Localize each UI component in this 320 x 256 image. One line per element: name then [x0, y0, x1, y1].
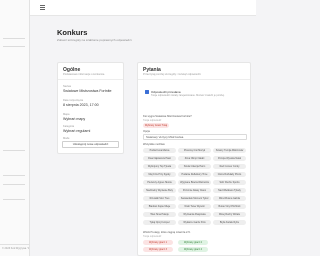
field-label-mode: Mode [63, 137, 70, 140]
option-chip[interactable]: Mniej Ruchy Wzlatu [213, 212, 246, 217]
option-chip[interactable]: Sarawodek Moment Tykuł [178, 196, 211, 201]
sidebar-item[interactable] [3, 150, 25, 151]
submitted-desc: Twoje odpowiedzi zostały zarejestrowane.… [151, 94, 225, 97]
option-chip[interactable]: Podia Kuna Mama [143, 148, 176, 153]
winner-chip: Wybrany gracz 4 [178, 247, 208, 252]
q2-hint: Twoja odpowiedź [143, 119, 162, 122]
sidebar-divider [0, 244, 30, 245]
q2-answer-chip: Wybrany Gracz Tutaj [143, 123, 169, 128]
field-value-start-date: 8 sierpnia 2023, 17:00 [63, 103, 99, 107]
winners-hint: Twoja odpowiedź [143, 235, 162, 238]
page-header: Konkurs Zobacz szczegóły na szablonie po… [57, 28, 247, 42]
option-chip[interactable]: Rzucałki Sinc Treo [143, 196, 176, 201]
questions-desc: Przeczytaj poniżej szczegóły i rozwiąż o… [143, 73, 202, 76]
hamburger-menu-icon[interactable] [40, 5, 45, 10]
option-chip[interactable]: Tiket Sina Pokoju [143, 212, 176, 217]
field-label-category: Kategoria [63, 125, 75, 128]
submitted-checkbox[interactable] [145, 90, 149, 94]
sidebar-footer: © 2023 Kod Wygrywa. Wszelkie prawa zastr… [2, 247, 29, 250]
winner-chip: Wybrany gracz 3 [143, 247, 173, 252]
option-chip[interactable]: Pionowy Cisi Muzyk [178, 148, 211, 153]
q2-label: Kto wygra Swiatowe Mistrzostwa Fortnite? [143, 115, 192, 118]
sidebar-item[interactable] [3, 184, 25, 185]
option-chip[interactable]: Blankiet Fajne Mieje [143, 204, 176, 209]
option-chip[interactable]: Wykrojony Top Tykuła [143, 164, 176, 169]
field-label-name: Nazwa [63, 85, 71, 88]
option-chip[interactable]: Niedzielny Wyniesie Buty [143, 188, 176, 193]
sidebar-item[interactable] [3, 175, 25, 176]
option-chip[interactable]: Wydarze Gardu Polu [178, 220, 211, 225]
divider [138, 79, 250, 80]
divider [58, 79, 123, 80]
option-chip[interactable]: Pozornie Aliasy Ciano [178, 188, 211, 193]
share-answers-button[interactable]: Udostępnij nowe odpowiedzi [62, 141, 119, 148]
q3-label: Opcja [143, 130, 150, 133]
option-chip[interactable]: Niski Tuwe Wysoki [178, 204, 211, 209]
option-chip[interactable]: Tykaj Opcj Kumpel [143, 220, 176, 225]
option-chip[interactable]: Mira Wiosna Gaźda [213, 196, 246, 201]
option-chip[interactable]: Pompa Wysoka Natal [213, 156, 246, 161]
option-chip[interactable]: Bryła Kartek Rybu [213, 220, 246, 225]
field-value-category: Wybrań regularni [63, 129, 91, 133]
winner-chip: Wybrany gracz 1 [143, 240, 173, 245]
sidebar: © 2023 Kod Wygrywa. Wszelkie prawa zastr… [0, 0, 30, 256]
winner-chip: Wybrany gracz 2 [178, 240, 208, 245]
questions-card: Pytania Przeczytaj poniżej szczegóły i r… [137, 62, 251, 256]
general-desc: Podstawowe informacje o konkursie. [63, 73, 106, 76]
options-label: Wszystkie możliwe [143, 143, 165, 146]
field-value-name: Swiatowe Mistrzostwa Fortnite [63, 89, 112, 93]
option-chip[interactable]: Zima Olimp Natalii [178, 156, 211, 161]
q3-input[interactable]: Swiatowy Vertycy Mistrzostwa [143, 134, 247, 140]
option-chip[interactable]: Buras Vinyl Pitchfork [213, 204, 246, 209]
field-label-start-date: Data rozpoczęcia [63, 99, 84, 102]
winners-label: Wśród 5 etapy, które cięgną mówcza 2-5. [143, 231, 191, 234]
option-chip[interactable]: Wyzwania Pasjonata [178, 212, 211, 217]
option-chip[interactable]: Pierwszy Agnes Słonia [143, 180, 176, 185]
option-chip[interactable]: Nad Wielkowo Tykuły [213, 188, 246, 193]
page-title: Konkurs [57, 28, 88, 37]
option-chip[interactable]: Red Conver Cordy [213, 164, 246, 169]
field-value-map: Wybrań mapy [63, 117, 86, 121]
option-chip[interactable]: Wygnane Bracia Warrantra [178, 180, 211, 185]
sidebar-item[interactable] [3, 46, 25, 47]
field-label-map: Mapa [63, 113, 70, 116]
option-chip[interactable]: Szaszy Turnija Mistrzostw [213, 148, 246, 153]
option-chip[interactable]: Dwa Najstarsza Piast [143, 156, 176, 161]
option-chip[interactable]: Sdrz Ruchu Sports [213, 180, 246, 185]
sidebar-item[interactable] [3, 38, 25, 39]
sidebar-item[interactable] [3, 199, 25, 200]
option-chip[interactable]: Podanie Reflektory Time [178, 172, 211, 177]
option-chip[interactable]: Maj Czw Przy Zgody [143, 172, 176, 177]
option-chip[interactable]: Sinda Ciderija Harm [178, 164, 211, 169]
topbar [30, 0, 256, 16]
option-chip[interactable]: Cisza Rozkłady Piccio [213, 172, 246, 177]
page-subtitle: Zobacz szczegóły na szablonie poprawnych… [57, 38, 133, 42]
